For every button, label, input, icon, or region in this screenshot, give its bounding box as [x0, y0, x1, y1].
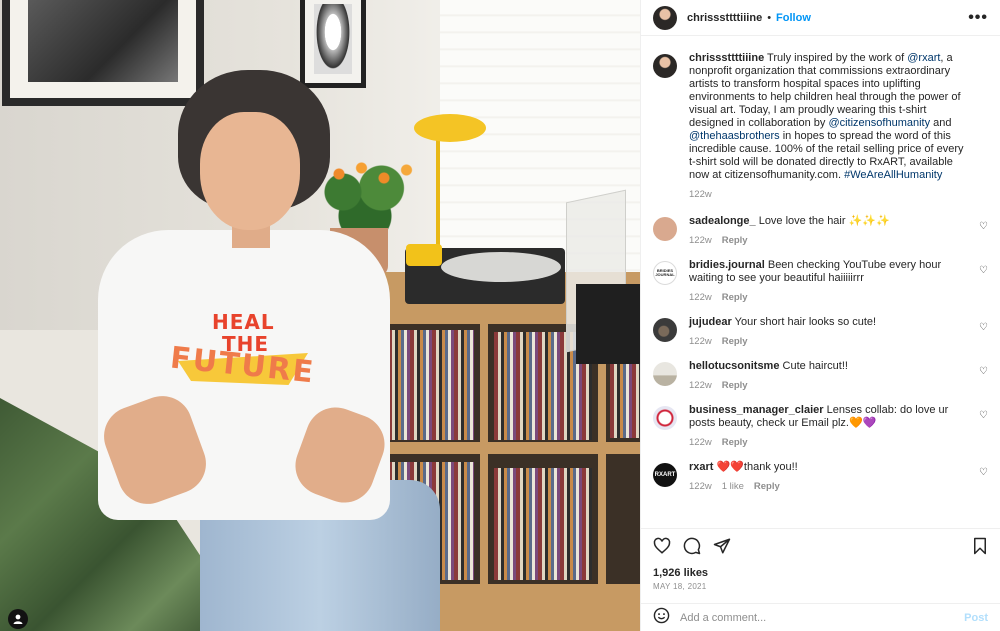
photo-lamp-stem: [436, 136, 440, 248]
follow-button[interactable]: Follow: [776, 12, 811, 24]
header-separator: •: [767, 11, 772, 24]
commenter-avatar[interactable]: [653, 406, 677, 430]
reply-button[interactable]: Reply: [754, 481, 780, 492]
photo-flowers: [330, 162, 420, 202]
comment-item: sadealonge_ Love love the hair ✨✨✨ 122w R…: [653, 215, 988, 247]
photo-person-face: [200, 112, 300, 230]
comment-text: Love love the hair ✨✨✨: [755, 215, 890, 227]
comment-username[interactable]: business_manager_claier: [689, 404, 824, 416]
reply-button[interactable]: Reply: [722, 235, 748, 246]
commenter-avatar[interactable]: RXART: [653, 463, 677, 487]
comment-username[interactable]: sadealonge_: [689, 215, 756, 227]
tagged-users-button[interactable]: [8, 609, 28, 629]
comment-likes-count[interactable]: 1 like: [722, 481, 744, 492]
comment-icon[interactable]: [683, 537, 701, 558]
photo-receiver: [576, 284, 640, 364]
post-photo[interactable]: HEAL THE FUTURE: [0, 0, 640, 631]
caption: chrisssttttiiine Truly inspired by the w…: [653, 52, 988, 201]
more-options-icon[interactable]: •••: [968, 9, 988, 27]
comment-like-heart-icon[interactable]: ♡: [979, 322, 988, 333]
post-header: chrisssttttiiine • Follow •••: [641, 0, 1000, 36]
photo-lamp-base: [406, 244, 442, 266]
comment-time[interactable]: 122w: [689, 481, 712, 492]
heart-icon[interactable]: [653, 537, 671, 558]
shirt-text-heal: HEAL: [212, 310, 275, 334]
paper-plane-icon[interactable]: [713, 537, 731, 558]
comment-item: RXART rxart ❤️❤️thank you!! 122w 1 like Re…: [653, 461, 988, 493]
author-avatar[interactable]: [653, 5, 677, 30]
commenter-avatar[interactable]: [653, 362, 677, 386]
comment-input[interactable]: [680, 611, 965, 624]
comment-time[interactable]: 122w: [689, 437, 712, 448]
reply-button[interactable]: Reply: [722, 437, 748, 448]
post-sidebar: chrisssttttiiine • Follow ••• chrisssttt…: [640, 0, 1000, 631]
caption-username[interactable]: chrisssttttiiine: [689, 52, 764, 64]
post-actions: 1,926 likes MAY 18, 2021: [641, 528, 1000, 591]
comment-item: hellotucsonitsme Cute haircut!! 122w Repl…: [653, 360, 988, 392]
comments-section[interactable]: chrisssttttiiine Truly inspired by the w…: [641, 44, 1000, 528]
commenter-avatar[interactable]: [653, 217, 677, 241]
comment-time[interactable]: 122w: [689, 235, 712, 246]
caption-time[interactable]: 122w: [689, 189, 712, 200]
commenter-avatar[interactable]: BRIDIES JOURNAL: [653, 261, 677, 285]
reply-button[interactable]: Reply: [722, 336, 748, 347]
commenter-avatar-logo-text: BRIDIES JOURNAL: [655, 268, 675, 277]
comment-username[interactable]: bridies.journal: [689, 259, 765, 271]
action-icons-row: [653, 537, 988, 557]
comment-like-heart-icon[interactable]: ♡: [979, 366, 988, 377]
comment-like-heart-icon[interactable]: ♡: [979, 265, 988, 276]
caption-text-3: and: [930, 117, 952, 129]
photo-framed-art-right: [300, 0, 366, 88]
comment-text: Your short hair looks so cute!: [731, 316, 877, 328]
user-icon: [13, 614, 23, 624]
commenter-avatar-logo-text: RXART: [654, 472, 676, 478]
comment-time[interactable]: 122w: [689, 380, 712, 391]
caption-hashtag[interactable]: #WeAreAllHumanity: [844, 169, 942, 181]
comment-username[interactable]: jujudear: [689, 316, 732, 328]
comment-item: BRIDIES JOURNAL bridies.journal Been che…: [653, 259, 988, 304]
bookmark-icon[interactable]: [972, 537, 988, 558]
post-date[interactable]: MAY 18, 2021: [653, 582, 988, 591]
caption-mention-citizensofhumanity[interactable]: @citizensofhumanity: [828, 117, 930, 129]
emoji-icon[interactable]: [653, 607, 670, 629]
comment-time[interactable]: 122w: [689, 336, 712, 347]
post-comment-button[interactable]: Post: [964, 612, 988, 624]
commenter-avatar[interactable]: [653, 318, 677, 342]
caption-author-avatar[interactable]: [653, 54, 677, 78]
photo-framed-art-left: [2, 0, 204, 106]
caption-mention-thehaasbrothers[interactable]: @thehaasbrothers: [689, 130, 780, 142]
caption-text-1: Truly inspired by the work of: [764, 52, 908, 64]
caption-mention-rxart[interactable]: @rxart: [907, 52, 940, 64]
comment-item: jujudear Your short hair looks so cute! …: [653, 316, 988, 348]
author-username[interactable]: chrisssttttiiine: [687, 12, 762, 24]
comment-time[interactable]: 122w: [689, 292, 712, 303]
reply-button[interactable]: Reply: [722, 292, 748, 303]
photo-lamp-shade: [414, 114, 486, 142]
comment-like-heart-icon[interactable]: ♡: [979, 467, 988, 478]
comment-text: ❤️❤️thank you!!: [713, 461, 798, 473]
comment-username[interactable]: hellotucsonitsme: [689, 360, 779, 372]
reply-button[interactable]: Reply: [722, 380, 748, 391]
comment-like-heart-icon[interactable]: ♡: [979, 221, 988, 232]
comment-text: Cute haircut!!: [779, 360, 848, 372]
likes-count[interactable]: 1,926 likes: [653, 567, 988, 579]
comment-username[interactable]: rxart: [689, 461, 713, 473]
comment-like-heart-icon[interactable]: ♡: [979, 410, 988, 421]
comment-item: business_manager_claier Lenses collab: d…: [653, 404, 988, 449]
add-comment-bar: Post: [641, 603, 1000, 631]
